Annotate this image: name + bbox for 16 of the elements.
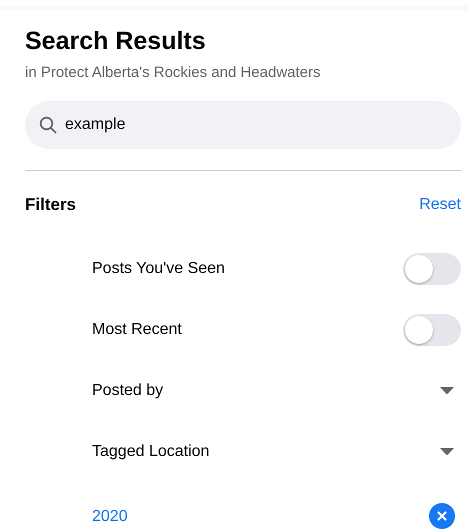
toggle-switch[interactable] [403, 314, 461, 346]
filter-label: Tagged Location [92, 442, 210, 462]
page-title: Search Results [25, 26, 207, 56]
caret-icon [439, 386, 455, 396]
filter-label: 2020 [92, 506, 128, 526]
filter-label: Most Recent [92, 320, 182, 340]
close-icon [437, 510, 447, 520]
filter-label: Posts You've Seen [92, 259, 225, 279]
clear-button[interactable] [429, 502, 455, 528]
filters-heading: Filters [25, 194, 76, 216]
caret-icon [439, 447, 455, 456]
search-field[interactable]: example [25, 100, 461, 148]
filter-label: Posted by [92, 381, 164, 401]
group-subtitle: in Protect Alberta's Rockies and Headwaters [25, 63, 322, 83]
reset-link[interactable]: Reset [419, 192, 461, 216]
toggle-switch[interactable] [403, 253, 461, 285]
